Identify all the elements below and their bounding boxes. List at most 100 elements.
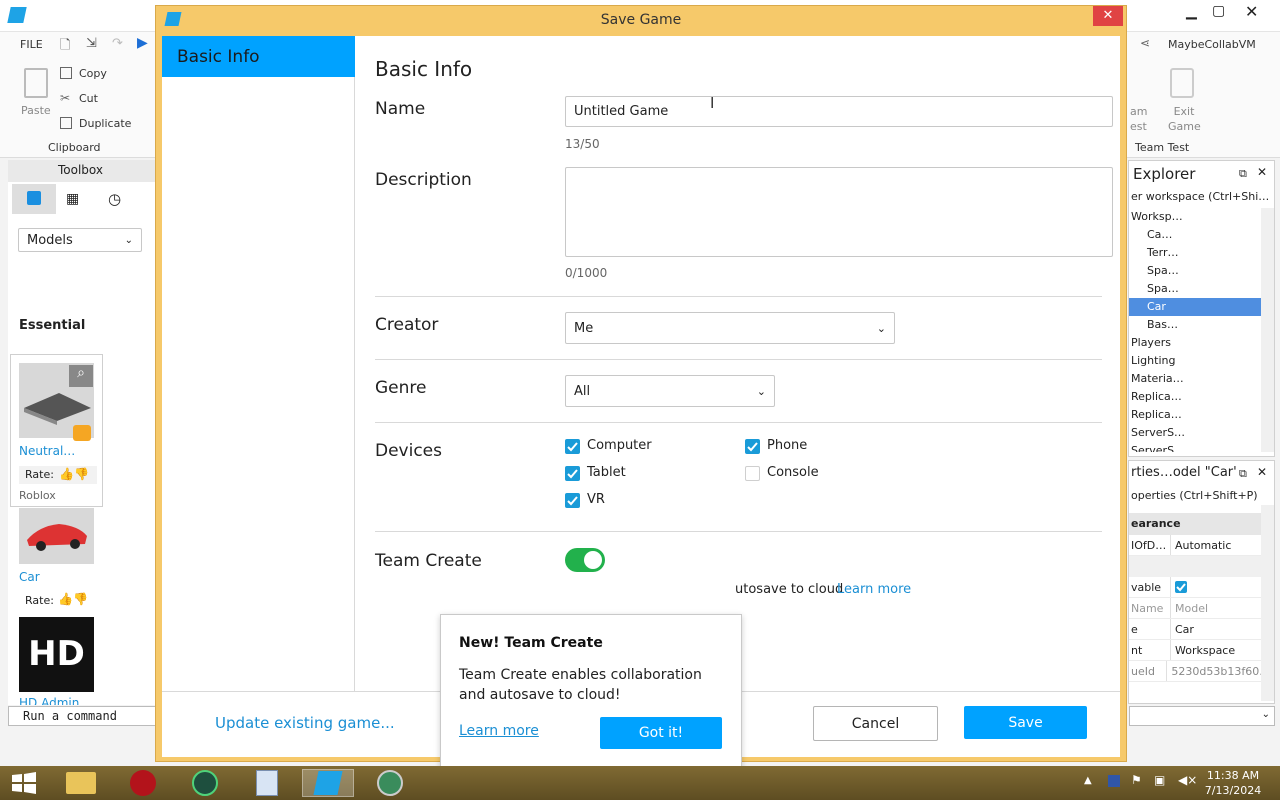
duplicate-button[interactable]: Duplicate bbox=[79, 117, 131, 130]
import-icon[interactable]: ⇲ bbox=[86, 36, 97, 51]
explorer-tree: Worksp… Ca… Terr… Spa… Spa… Car Bas… Pla… bbox=[1129, 208, 1261, 452]
car-item-name[interactable]: Car bbox=[19, 570, 40, 584]
tree-item[interactable]: Worksp… bbox=[1129, 208, 1261, 226]
properties-filter[interactable]: operties (Ctrl+Shift+P) bbox=[1129, 487, 1274, 505]
device-label-tablet: Tablet bbox=[587, 465, 626, 480]
property-row[interactable]: ueId 5230d53b13f60… bbox=[1129, 661, 1261, 682]
tree-item[interactable]: Replica… bbox=[1129, 406, 1261, 424]
taskbar-explorer[interactable] bbox=[55, 769, 107, 797]
tree-item[interactable]: Materia… bbox=[1129, 370, 1261, 388]
dialog-close-button[interactable]: ✕ bbox=[1093, 6, 1123, 26]
explorer-filter[interactable]: er workspace (Ctrl+Shi… bbox=[1129, 188, 1274, 206]
checkbox-console[interactable] bbox=[745, 466, 760, 481]
command-bar-right[interactable]: ⌄ bbox=[1129, 706, 1275, 726]
item-creator[interactable]: Roblox bbox=[19, 489, 56, 502]
command-bar[interactable]: Run a command bbox=[8, 706, 156, 726]
team-test-partial[interactable]: am est bbox=[1130, 104, 1150, 134]
share-icon[interactable]: ⋖ bbox=[1140, 36, 1150, 50]
close-panel-icon[interactable]: ✕ bbox=[1257, 465, 1267, 479]
checkbox-checked-icon[interactable] bbox=[1175, 581, 1187, 593]
genre-select[interactable]: All ⌄ bbox=[565, 375, 775, 407]
tree-item[interactable]: Spa… bbox=[1129, 262, 1261, 280]
thumbs-icon[interactable]: 👍👎 bbox=[59, 467, 89, 481]
toolbox-category-value: Models bbox=[27, 232, 73, 248]
tree-item[interactable]: Replica… bbox=[1129, 388, 1261, 406]
undock-icon[interactable]: ⧉ bbox=[1239, 467, 1247, 481]
tree-item[interactable]: Terr… bbox=[1129, 244, 1261, 262]
item-name[interactable]: Neutral… bbox=[19, 444, 75, 458]
tree-item-selected[interactable]: Car bbox=[1129, 298, 1261, 316]
new-file-icon[interactable]: 🗋 bbox=[60, 36, 70, 58]
maximize-icon[interactable]: ▢ bbox=[1212, 3, 1225, 19]
cut-button[interactable]: Cut bbox=[79, 92, 98, 105]
description-input[interactable] bbox=[565, 167, 1113, 257]
copy-button[interactable]: Copy bbox=[79, 67, 107, 80]
car-thumbs-icon[interactable]: 👍👎 bbox=[58, 592, 88, 606]
volume-icon[interactable]: ◀× bbox=[1178, 773, 1197, 787]
taskbar-app-green[interactable] bbox=[179, 769, 231, 797]
taskbar-app-red[interactable] bbox=[117, 769, 169, 797]
user-name[interactable]: MaybeCollabVM bbox=[1168, 38, 1256, 51]
property-row[interactable]: vable bbox=[1129, 577, 1261, 598]
close-panel-icon[interactable]: ✕ bbox=[1257, 165, 1267, 179]
properties-section[interactable]: earance bbox=[1129, 513, 1261, 535]
tray-app-icon[interactable] bbox=[1108, 775, 1120, 787]
creator-select[interactable]: Me ⌄ bbox=[565, 312, 895, 344]
nav-basic-info[interactable]: Basic Info bbox=[162, 36, 355, 77]
taskbar-app-globe[interactable] bbox=[364, 769, 416, 797]
tree-item[interactable]: Players bbox=[1129, 334, 1261, 352]
clock[interactable]: 11:38 AM 7/13/2024 bbox=[1204, 768, 1262, 798]
explorer-scrollbar[interactable] bbox=[1261, 208, 1274, 452]
team-create-learn-more-link[interactable]: Learn more bbox=[837, 582, 911, 597]
exit-game-button[interactable]: Exit Game bbox=[1168, 104, 1201, 134]
popover-learn-more-link[interactable]: Learn more bbox=[459, 723, 539, 739]
divider bbox=[375, 531, 1102, 532]
taskbar-roblox-studio[interactable] bbox=[302, 769, 354, 797]
tree-item[interactable]: Spa… bbox=[1129, 280, 1261, 298]
network-icon[interactable]: ▣ bbox=[1154, 773, 1165, 787]
taskbar-app-paint[interactable] bbox=[241, 769, 293, 797]
minimize-icon[interactable]: ▁ bbox=[1186, 4, 1197, 20]
start-button[interactable] bbox=[10, 772, 38, 794]
duplicate-icon bbox=[60, 117, 72, 129]
car-thumbnail[interactable] bbox=[19, 508, 94, 564]
undock-icon[interactable]: ⧉ bbox=[1239, 167, 1247, 181]
checkbox-vr[interactable] bbox=[565, 493, 580, 508]
redo-icon[interactable]: ↷ bbox=[112, 36, 123, 51]
team-create-toggle[interactable] bbox=[565, 548, 605, 572]
property-row[interactable]: Name Model bbox=[1129, 598, 1261, 619]
checkbox-phone[interactable] bbox=[745, 439, 760, 454]
tab-recent[interactable]: ◷ bbox=[108, 190, 121, 208]
update-existing-game-link[interactable]: Update existing game... bbox=[215, 714, 395, 732]
rating-bar: Rate: 👍👎 bbox=[19, 466, 97, 484]
cancel-button[interactable]: Cancel bbox=[813, 706, 938, 741]
save-button[interactable]: Save bbox=[964, 706, 1087, 739]
tree-item[interactable]: ServerS… bbox=[1129, 442, 1261, 452]
name-input[interactable]: Untitled Game bbox=[565, 96, 1113, 127]
file-menu[interactable]: FILE bbox=[20, 38, 43, 51]
tree-item[interactable]: Ca… bbox=[1129, 226, 1261, 244]
tree-item[interactable]: Lighting bbox=[1129, 352, 1261, 370]
property-row[interactable]: IOfD… Automatic bbox=[1129, 535, 1261, 556]
tab-inventory[interactable]: ▦ bbox=[66, 191, 79, 207]
properties-scrollbar[interactable] bbox=[1261, 505, 1274, 701]
zoom-icon[interactable]: ⌕ bbox=[69, 365, 93, 387]
hd-admin-thumbnail[interactable]: HD bbox=[19, 617, 94, 692]
tab-marketplace[interactable] bbox=[12, 184, 56, 214]
property-spacer bbox=[1129, 556, 1261, 577]
property-row[interactable]: e Car bbox=[1129, 619, 1261, 640]
hd-admin-name[interactable]: HD Admin bbox=[19, 696, 79, 705]
toolbox-category-select[interactable]: Models ⌄ bbox=[18, 228, 142, 252]
checkbox-computer[interactable] bbox=[565, 439, 580, 454]
tree-item[interactable]: Bas… bbox=[1129, 316, 1261, 334]
tree-item[interactable]: ServerS… bbox=[1129, 424, 1261, 442]
got-it-button[interactable]: Got it! bbox=[600, 717, 722, 749]
flag-icon[interactable]: ⚑ bbox=[1131, 773, 1142, 787]
close-window-icon[interactable]: ✕ bbox=[1245, 2, 1258, 21]
play-icon[interactable]: ▶ bbox=[137, 35, 148, 51]
toolbox-item-card[interactable]: ⌕ Neutral… Rate: 👍👎 Roblox bbox=[10, 354, 103, 507]
property-row[interactable]: nt Workspace bbox=[1129, 640, 1261, 661]
tray-expand-icon[interactable]: ▲ bbox=[1084, 775, 1092, 786]
checkbox-tablet[interactable] bbox=[565, 466, 580, 481]
paste-button[interactable]: Paste bbox=[21, 104, 51, 117]
